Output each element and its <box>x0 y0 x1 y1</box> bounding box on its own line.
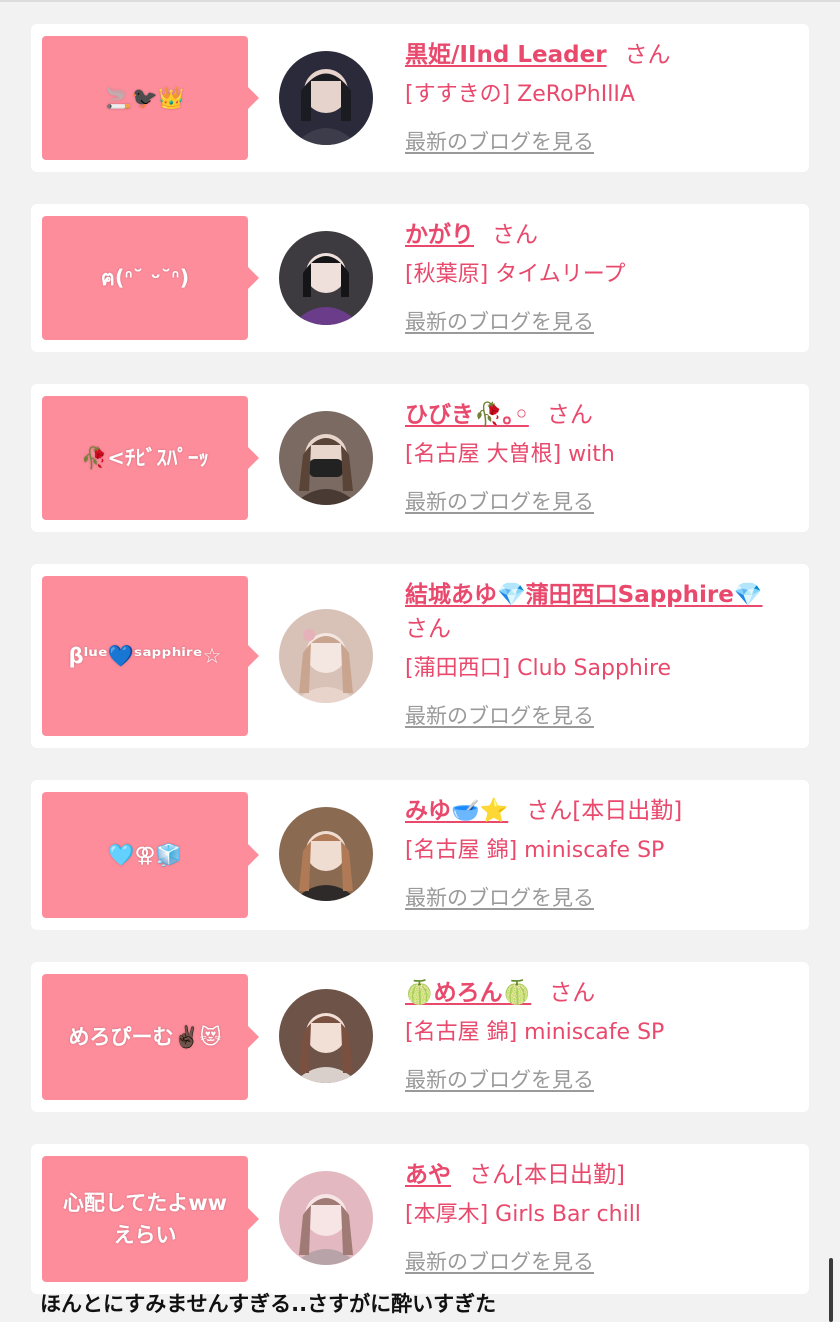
honorific: さん <box>549 980 596 1006</box>
honorific: さん <box>405 616 451 642</box>
avatar[interactable] <box>279 609 373 703</box>
shop-label: [蒲田西口] Club Sapphire <box>405 656 672 681</box>
message-card: 🥀<ﾁﾋﾞｽﾊﾟｰｯ ひびき🥀｡◦ さん [名古屋 大曽根] with 最新のブロ… <box>31 384 809 532</box>
user-name-link[interactable]: かがり <box>405 222 474 248</box>
shop-label: [すすきの] ZeRoPhIlIA <box>405 82 635 107</box>
message-bubble: 心配してたよww えらい <box>42 1156 259 1282</box>
message-bubble: 🚬🐦‍⬛👑 <box>42 36 259 160</box>
message-card: めろぴーむ✌🏿😻 🍈めろん🍈 さん [名古屋 錦] miniscafe SP 最新… <box>31 962 809 1112</box>
avatar[interactable] <box>279 231 373 325</box>
shop-label: [秋葉原] タイムリープ <box>405 262 626 287</box>
honorific: さん <box>624 42 671 68</box>
message-card: 心配してたよww えらい あや さん[本日出勤] [本厚木] Girls Bar … <box>31 1144 809 1294</box>
overlay-caption: ほんとにすみませんすぎる..さすがに酔いすぎた <box>40 1292 497 1316</box>
honorific: さん <box>546 402 593 428</box>
shop-label: [名古屋 錦] miniscafe SP <box>405 1020 665 1045</box>
latest-blog-link[interactable]: 最新のブログを見る <box>405 486 594 516</box>
card-info: 🍈めろん🍈 さん [名古屋 錦] miniscafe SP 最新のブログを見る <box>405 976 801 1094</box>
message-list: 🚬🐦‍⬛👑 黒姫/IInd Leader さん [すすきの] ZeRoPhIlIA… <box>31 24 809 1322</box>
honorific: さん <box>526 798 573 824</box>
user-name-link[interactable]: 🍈めろん🍈 <box>405 980 531 1006</box>
attendance-badge: [本日出勤] <box>572 798 683 824</box>
user-name-link[interactable]: あや <box>405 1162 451 1188</box>
user-name-link[interactable]: みゆ🥣⭐️ <box>405 798 508 824</box>
avatar[interactable] <box>279 411 373 505</box>
avatar[interactable] <box>279 989 373 1083</box>
user-name-link[interactable]: ひびき🥀｡◦ <box>405 402 529 428</box>
latest-blog-link[interactable]: 最新のブログを見る <box>405 126 594 156</box>
shop-label: [名古屋 錦] miniscafe SP <box>405 838 665 863</box>
message-bubble: 🩵⚢🧊 <box>42 792 259 918</box>
attendance-badge: [本日出勤] <box>515 1162 625 1188</box>
message-bubble: ฅ(ᐢ˘ ᵕ˘ᐢ) <box>42 216 259 340</box>
avatar[interactable] <box>279 807 373 901</box>
card-info: 黒姫/IInd Leader さん [すすきの] ZeRoPhIlIA 最新のブロ… <box>405 38 801 156</box>
scrollbar[interactable] <box>829 1258 833 1322</box>
card-info: 結城あゆ💎蒲田西口Sapphire💎 さん [蒲田西口] Club Sapphir… <box>405 578 801 730</box>
top-divider <box>0 0 840 2</box>
message-card: βˡᵘᵉ💙ˢᵃᵖᵖʰⁱʳᵉ☆ 結城あゆ💎蒲田西口Sapphire💎 さん [蒲田西… <box>31 564 809 748</box>
message-card: 🚬🐦‍⬛👑 黒姫/IInd Leader さん [すすきの] ZeRoPhIlIA… <box>31 24 809 172</box>
card-info: ひびき🥀｡◦ さん [名古屋 大曽根] with 最新のブログを見る <box>405 398 801 516</box>
latest-blog-link[interactable]: 最新のブログを見る <box>405 882 594 912</box>
avatar[interactable] <box>279 51 373 145</box>
honorific: さん <box>469 1162 515 1188</box>
shop-label: [本厚木] Girls Bar chill <box>405 1202 641 1227</box>
message-bubble: βˡᵘᵉ💙ˢᵃᵖᵖʰⁱʳᵉ☆ <box>42 576 259 736</box>
user-name-link[interactable]: 黒姫/IInd Leader <box>405 42 607 68</box>
latest-blog-link[interactable]: 最新のブログを見る <box>405 306 594 336</box>
avatar[interactable] <box>279 1171 373 1265</box>
message-card: 🩵⚢🧊 みゆ🥣⭐️ さん[本日出勤] [名古屋 錦] miniscafe SP 最… <box>31 780 809 930</box>
message-bubble: めろぴーむ✌🏿😻 <box>42 974 259 1100</box>
latest-blog-link[interactable]: 最新のブログを見る <box>405 1064 594 1094</box>
message-card: ฅ(ᐢ˘ ᵕ˘ᐢ) かがり さん [秋葉原] タイムリープ 最新のブログを見る <box>31 204 809 352</box>
latest-blog-link[interactable]: 最新のブログを見る <box>405 700 594 730</box>
honorific: さん <box>492 222 538 248</box>
latest-blog-link[interactable]: 最新のブログを見る <box>405 1246 594 1276</box>
card-info: みゆ🥣⭐️ さん[本日出勤] [名古屋 錦] miniscafe SP 最新のブロ… <box>405 794 801 912</box>
user-name-link[interactable]: 結城あゆ💎蒲田西口Sapphire💎 <box>405 582 763 608</box>
card-info: かがり さん [秋葉原] タイムリープ 最新のブログを見る <box>405 218 801 336</box>
card-info: あや さん[本日出勤] [本厚木] Girls Bar chill 最新のブログを… <box>405 1158 801 1276</box>
message-bubble: 🥀<ﾁﾋﾞｽﾊﾟｰｯ <box>42 396 259 520</box>
shop-label: [名古屋 大曽根] with <box>405 442 615 467</box>
